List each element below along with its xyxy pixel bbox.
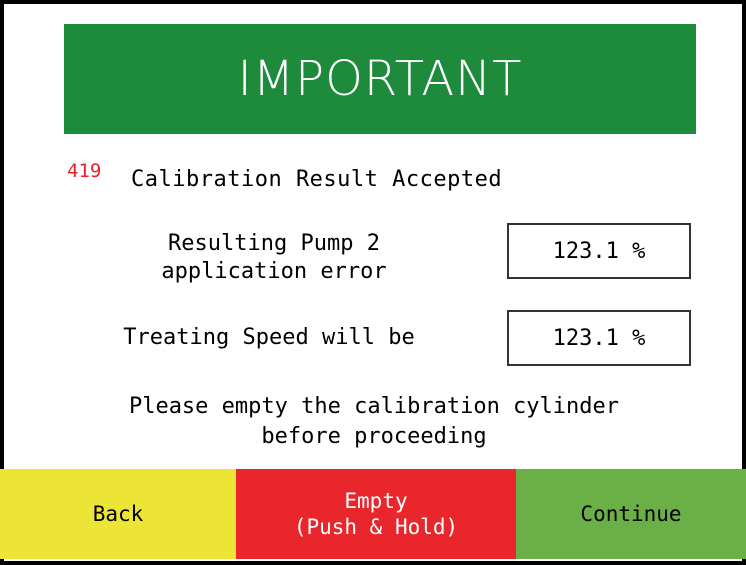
instruction-line1: Please empty the calibration cylinder [128, 394, 620, 419]
banner-title: IMPORTANT [237, 51, 523, 107]
instruction-line2: before proceeding [261, 424, 487, 449]
pump-error-label-line2: application error [161, 259, 387, 284]
pump-error-label-line1: Resulting Pump 2 [168, 231, 380, 256]
status-message: Calibration Result Accepted [131, 167, 503, 192]
status-code: 419 [67, 160, 102, 182]
empty-button-label-line1: Empty [344, 489, 408, 513]
continue-button-label: Continue [580, 502, 682, 526]
pump-error-label: Resulting Pump 2 application error [104, 230, 444, 286]
instruction-text: Please empty the calibration cylinder be… [14, 392, 734, 452]
empty-button-label-line2: (Push & Hold) [293, 515, 459, 539]
pump-error-value: 123.1 % [507, 223, 691, 279]
empty-push-hold-button[interactable]: Empty (Push & Hold) [236, 469, 516, 559]
back-button[interactable]: Back [0, 469, 236, 559]
important-banner: IMPORTANT [64, 24, 696, 134]
back-button-label: Back [92, 502, 144, 526]
treating-speed-value: 123.1 % [507, 310, 691, 366]
continue-button[interactable]: Continue [516, 469, 746, 559]
treating-speed-label: Treating Speed will be [123, 325, 415, 350]
